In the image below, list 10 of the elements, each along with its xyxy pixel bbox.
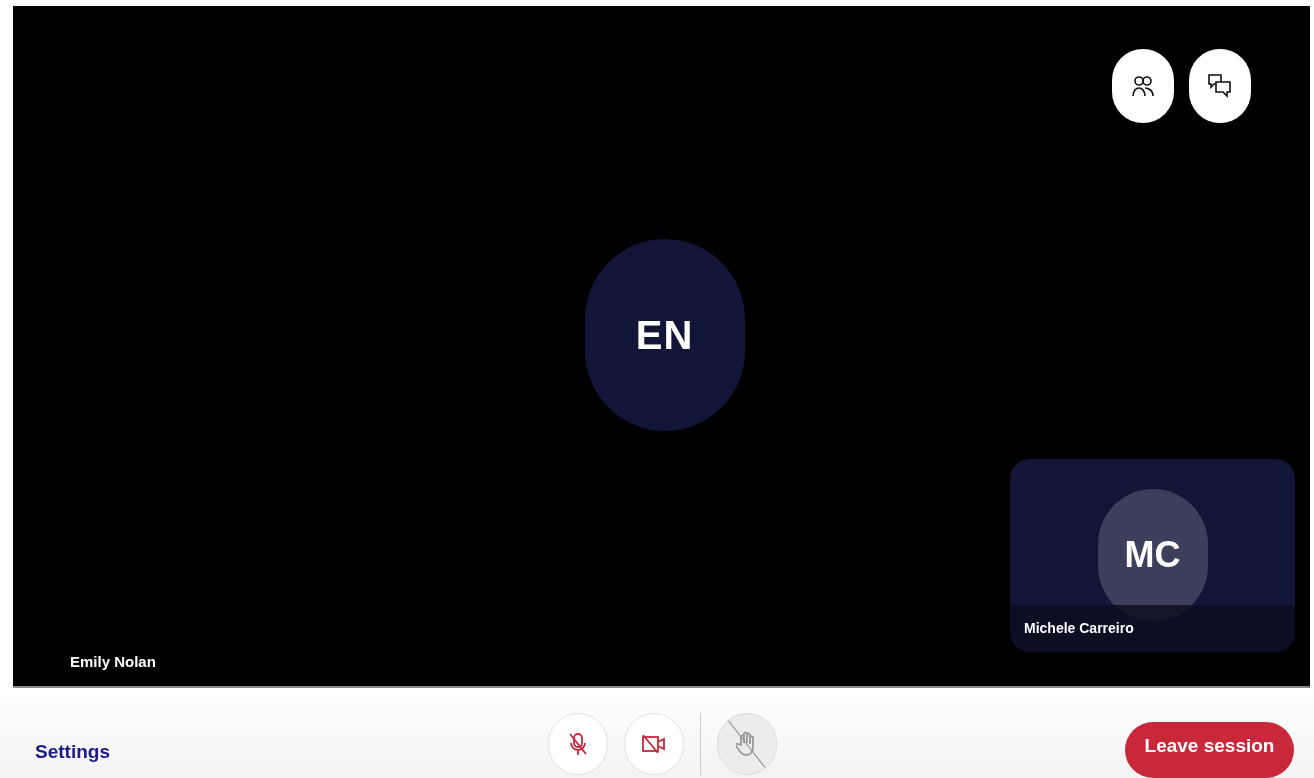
participant-name: Emily Nolan xyxy=(70,651,156,672)
avatar-initials: EN xyxy=(635,312,694,359)
settings-link[interactable]: Settings xyxy=(35,738,110,767)
chat-icon xyxy=(1207,73,1233,99)
muted-microphone-icon xyxy=(568,732,588,756)
people-icon xyxy=(1131,75,1155,97)
leave-session-button[interactable]: Leave session xyxy=(1125,722,1294,778)
avatar-initials: MC xyxy=(1124,532,1181,577)
camera-off-icon xyxy=(641,734,667,754)
participant-name: Michele Carreiro xyxy=(1024,619,1134,638)
